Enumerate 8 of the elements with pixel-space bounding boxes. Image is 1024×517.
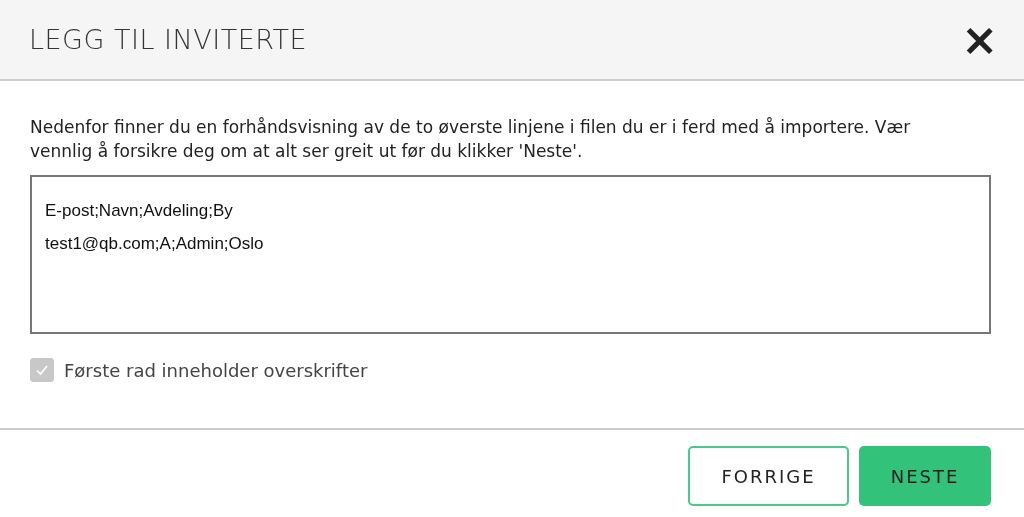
close-button[interactable]: ×	[957, 17, 1002, 62]
checkbox-label: Første rad inneholder overskrifter	[64, 359, 368, 381]
description-text: Nedenfor finner du en forhåndsvisning av de to øverste linjene i filen du er i ferd med å importere. Vær vennlig å forsikre deg om at alt ser greit ut før du klikker 'Neste'.	[30, 116, 912, 163]
preview-line: test1@qb.com;A;Admin;Oslo	[45, 233, 265, 255]
previous-button[interactable]: FORRIGE	[688, 446, 849, 506]
preview-line: E-post;Navn;Avdeling;By	[45, 200, 234, 222]
dialog-title: LEGG TIL INVITERTE	[29, 24, 308, 55]
next-button[interactable]: NESTE	[859, 446, 991, 506]
